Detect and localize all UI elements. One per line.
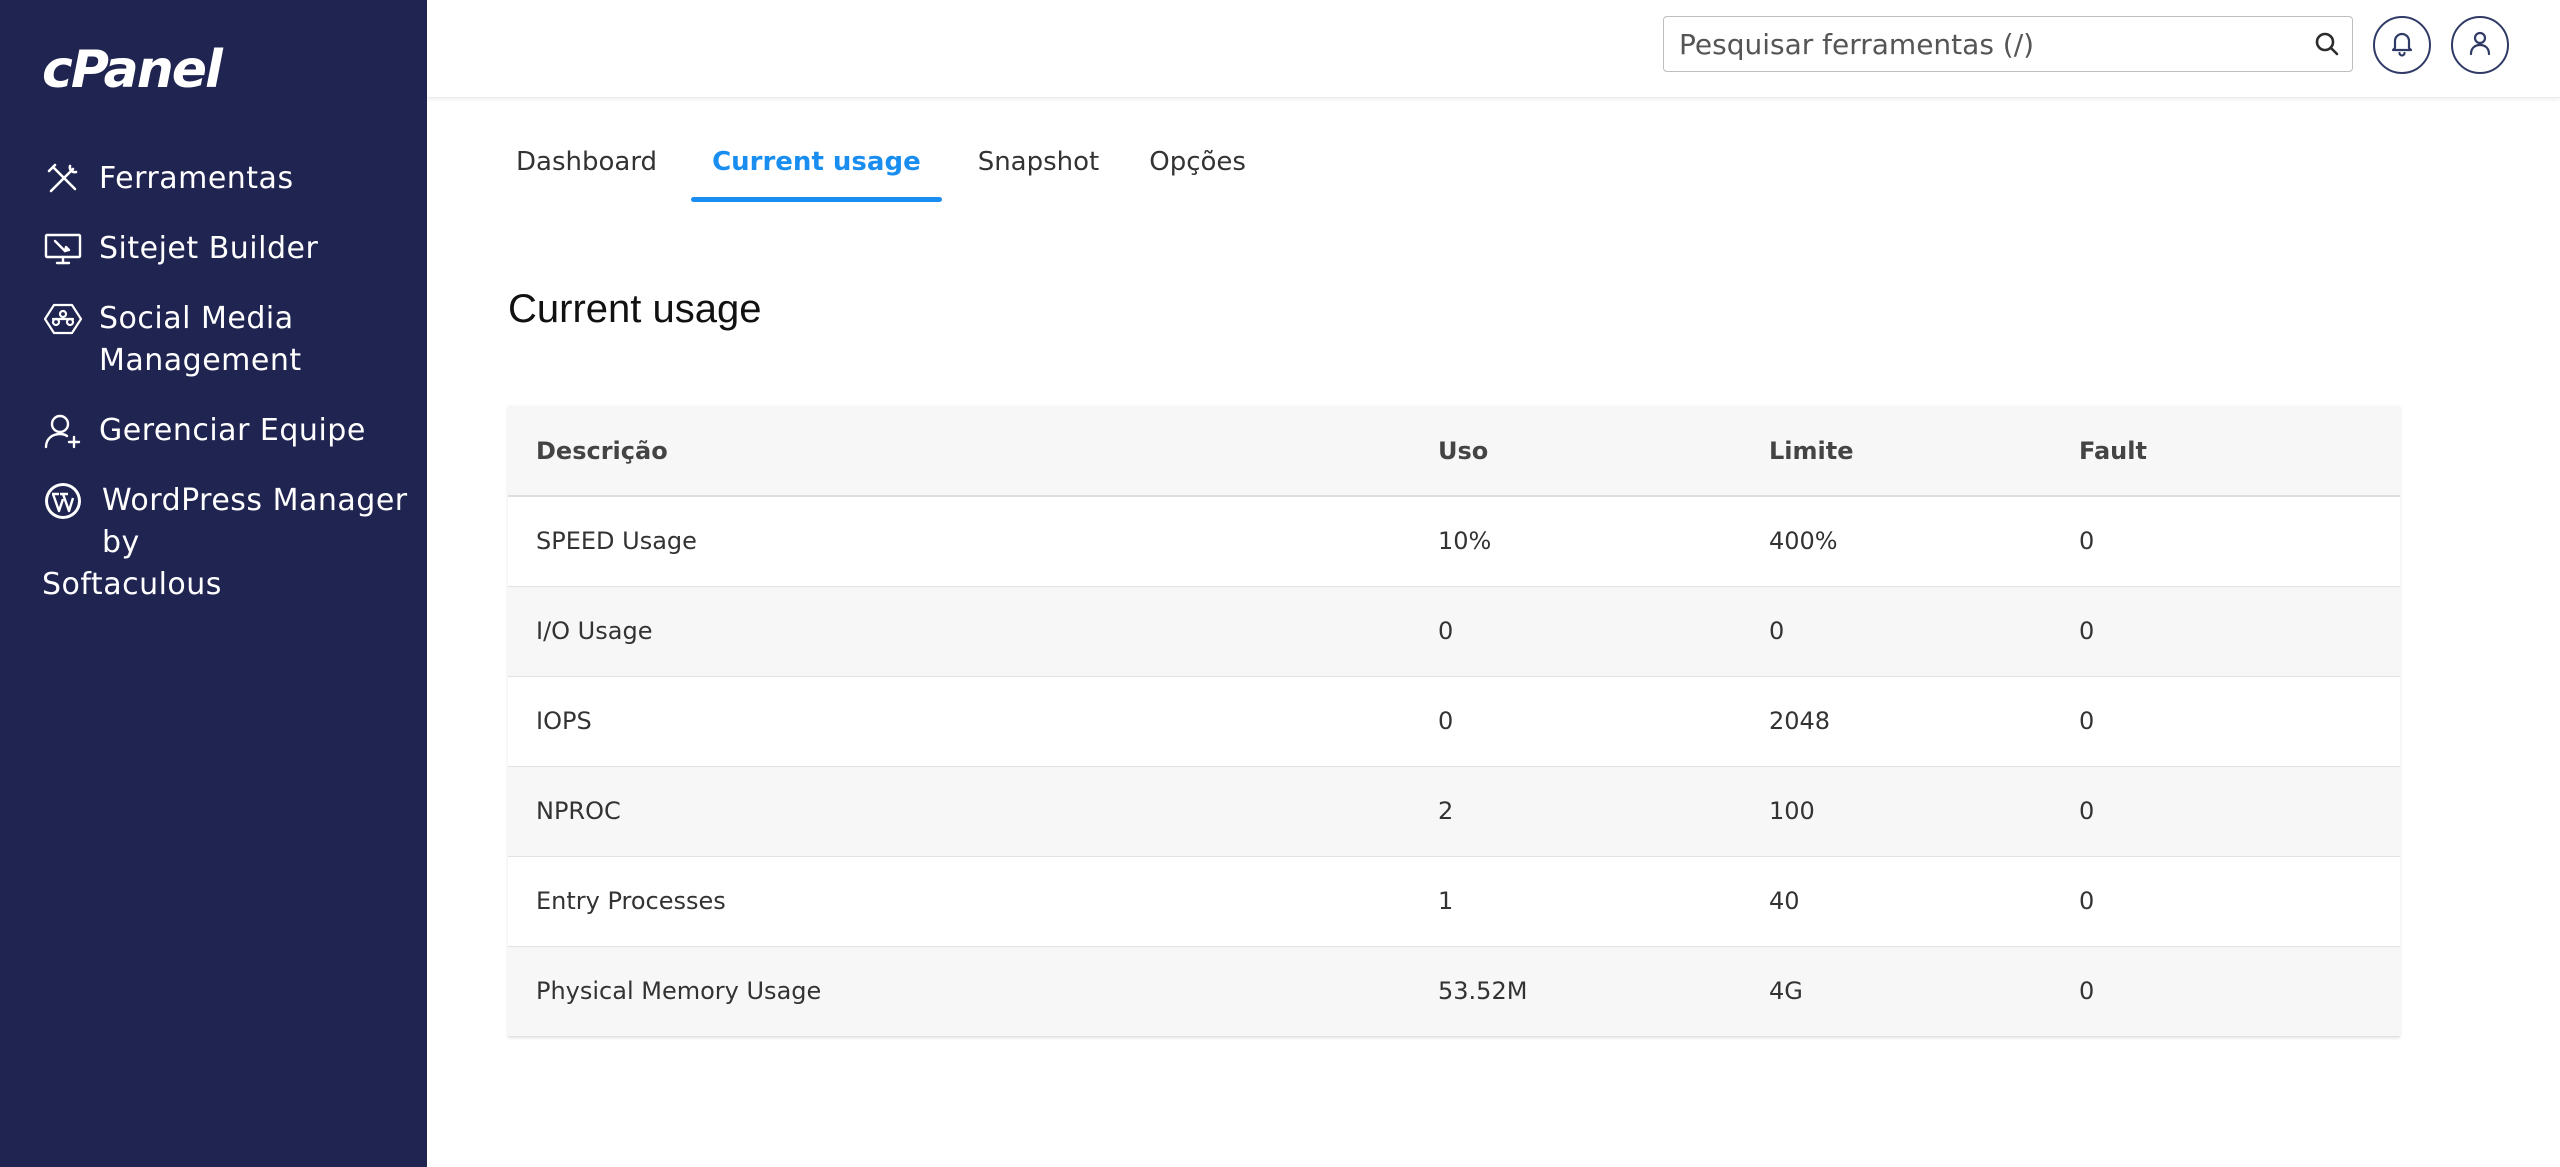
tools-icon (42, 158, 84, 200)
tabs-bar: Dashboard Current usage Snapshot Opções (508, 128, 1288, 202)
search-input[interactable] (1664, 17, 2302, 71)
social-media-icon (42, 298, 84, 340)
cell-limite: 40 (1741, 856, 2051, 947)
cell-limite: 0 (1741, 586, 2051, 677)
sidebar-item-label: Social Media (99, 301, 294, 336)
cell-uso: 1 (1410, 856, 1741, 947)
cell-descricao: I/O Usage (508, 586, 1410, 677)
sidebar-item-ferramentas[interactable]: Ferramentas (42, 158, 412, 200)
tab-snapshot[interactable]: Snapshot (970, 128, 1108, 202)
sidebar-item-label: Gerenciar Equipe (99, 413, 366, 448)
top-header (427, 0, 2560, 98)
table-row: IOPS 0 2048 0 (508, 676, 2400, 767)
table-row: NPROC 2 100 0 (508, 766, 2400, 857)
cell-descricao: IOPS (508, 676, 1410, 767)
cell-descricao: Physical Memory Usage (508, 946, 1410, 1037)
sidebar-item-label-line2: Management (99, 343, 302, 378)
cell-fault: 0 (2051, 856, 2400, 947)
column-header-limite: Limite (1741, 406, 2051, 497)
column-header-descricao: Descrição (508, 406, 1410, 497)
tab-opcoes[interactable]: Opções (1141, 128, 1254, 202)
cell-uso: 0 (1410, 676, 1741, 767)
cell-uso: 2 (1410, 766, 1741, 857)
sidebar-item-label: WordPress (102, 483, 263, 518)
user-menu-button[interactable] (2451, 16, 2509, 74)
cell-descricao: SPEED Usage (508, 496, 1410, 587)
cell-fault: 0 (2051, 946, 2400, 1037)
cell-fault: 0 (2051, 496, 2400, 587)
sidebar-item-gerenciar-equipe[interactable]: Gerenciar Equipe (42, 410, 412, 452)
cell-fault: 0 (2051, 586, 2400, 677)
tab-dashboard[interactable]: Dashboard (508, 128, 665, 202)
cell-fault: 0 (2051, 676, 2400, 767)
team-icon (42, 410, 84, 452)
tab-current-usage[interactable]: Current usage (691, 128, 942, 202)
cpanel-logo[interactable]: cPanel (42, 40, 223, 100)
bell-icon (2388, 29, 2416, 62)
sidebar-item-social-media[interactable]: Social Media Management (42, 298, 412, 382)
table-row: SPEED Usage 10% 400% 0 (508, 496, 2400, 587)
sidebar-item-sitejet[interactable]: Sitejet Builder (42, 228, 412, 270)
wordpress-icon (42, 480, 84, 522)
table-row: I/O Usage 0 0 0 (508, 586, 2400, 677)
search-box (1663, 16, 2353, 72)
sidebar-item-wordpress-manager[interactable]: WordPress Manager by Softaculous (42, 480, 412, 602)
page-title: Current usage (508, 287, 762, 331)
cell-descricao: Entry Processes (508, 856, 1410, 947)
notifications-button[interactable] (2373, 16, 2431, 74)
search-icon[interactable] (2302, 19, 2352, 69)
monitor-builder-icon (42, 228, 84, 270)
table-header-row: Descrição Uso Limite Fault (508, 406, 2400, 497)
table-row: Physical Memory Usage 53.52M 4G 0 (508, 946, 2400, 1037)
user-icon (2466, 29, 2494, 62)
usage-table: Descrição Uso Limite Fault SPEED Usage 1… (508, 406, 2400, 1037)
cell-descricao: NPROC (508, 766, 1410, 857)
cell-limite: 100 (1741, 766, 2051, 857)
cell-uso: 53.52M (1410, 946, 1741, 1037)
cell-limite: 2048 (1741, 676, 2051, 767)
table-row: Entry Processes 1 40 0 (508, 856, 2400, 947)
cell-limite: 400% (1741, 496, 2051, 587)
sidebar-nav: Ferramentas Sitejet Builder Social Media… (42, 158, 412, 602)
column-header-uso: Uso (1410, 406, 1741, 497)
cell-uso: 10% (1410, 496, 1741, 587)
sidebar-item-label-line3: Softaculous (42, 567, 222, 602)
cell-uso: 0 (1410, 586, 1741, 677)
cell-fault: 0 (2051, 766, 2400, 857)
cell-limite: 4G (1741, 946, 2051, 1037)
column-header-fault: Fault (2051, 406, 2400, 497)
sidebar-item-label: Sitejet Builder (99, 231, 319, 266)
sidebar-item-label: Ferramentas (99, 161, 294, 196)
sidebar: cPanel Ferramentas Sitejet Builder Socia… (0, 0, 427, 1167)
